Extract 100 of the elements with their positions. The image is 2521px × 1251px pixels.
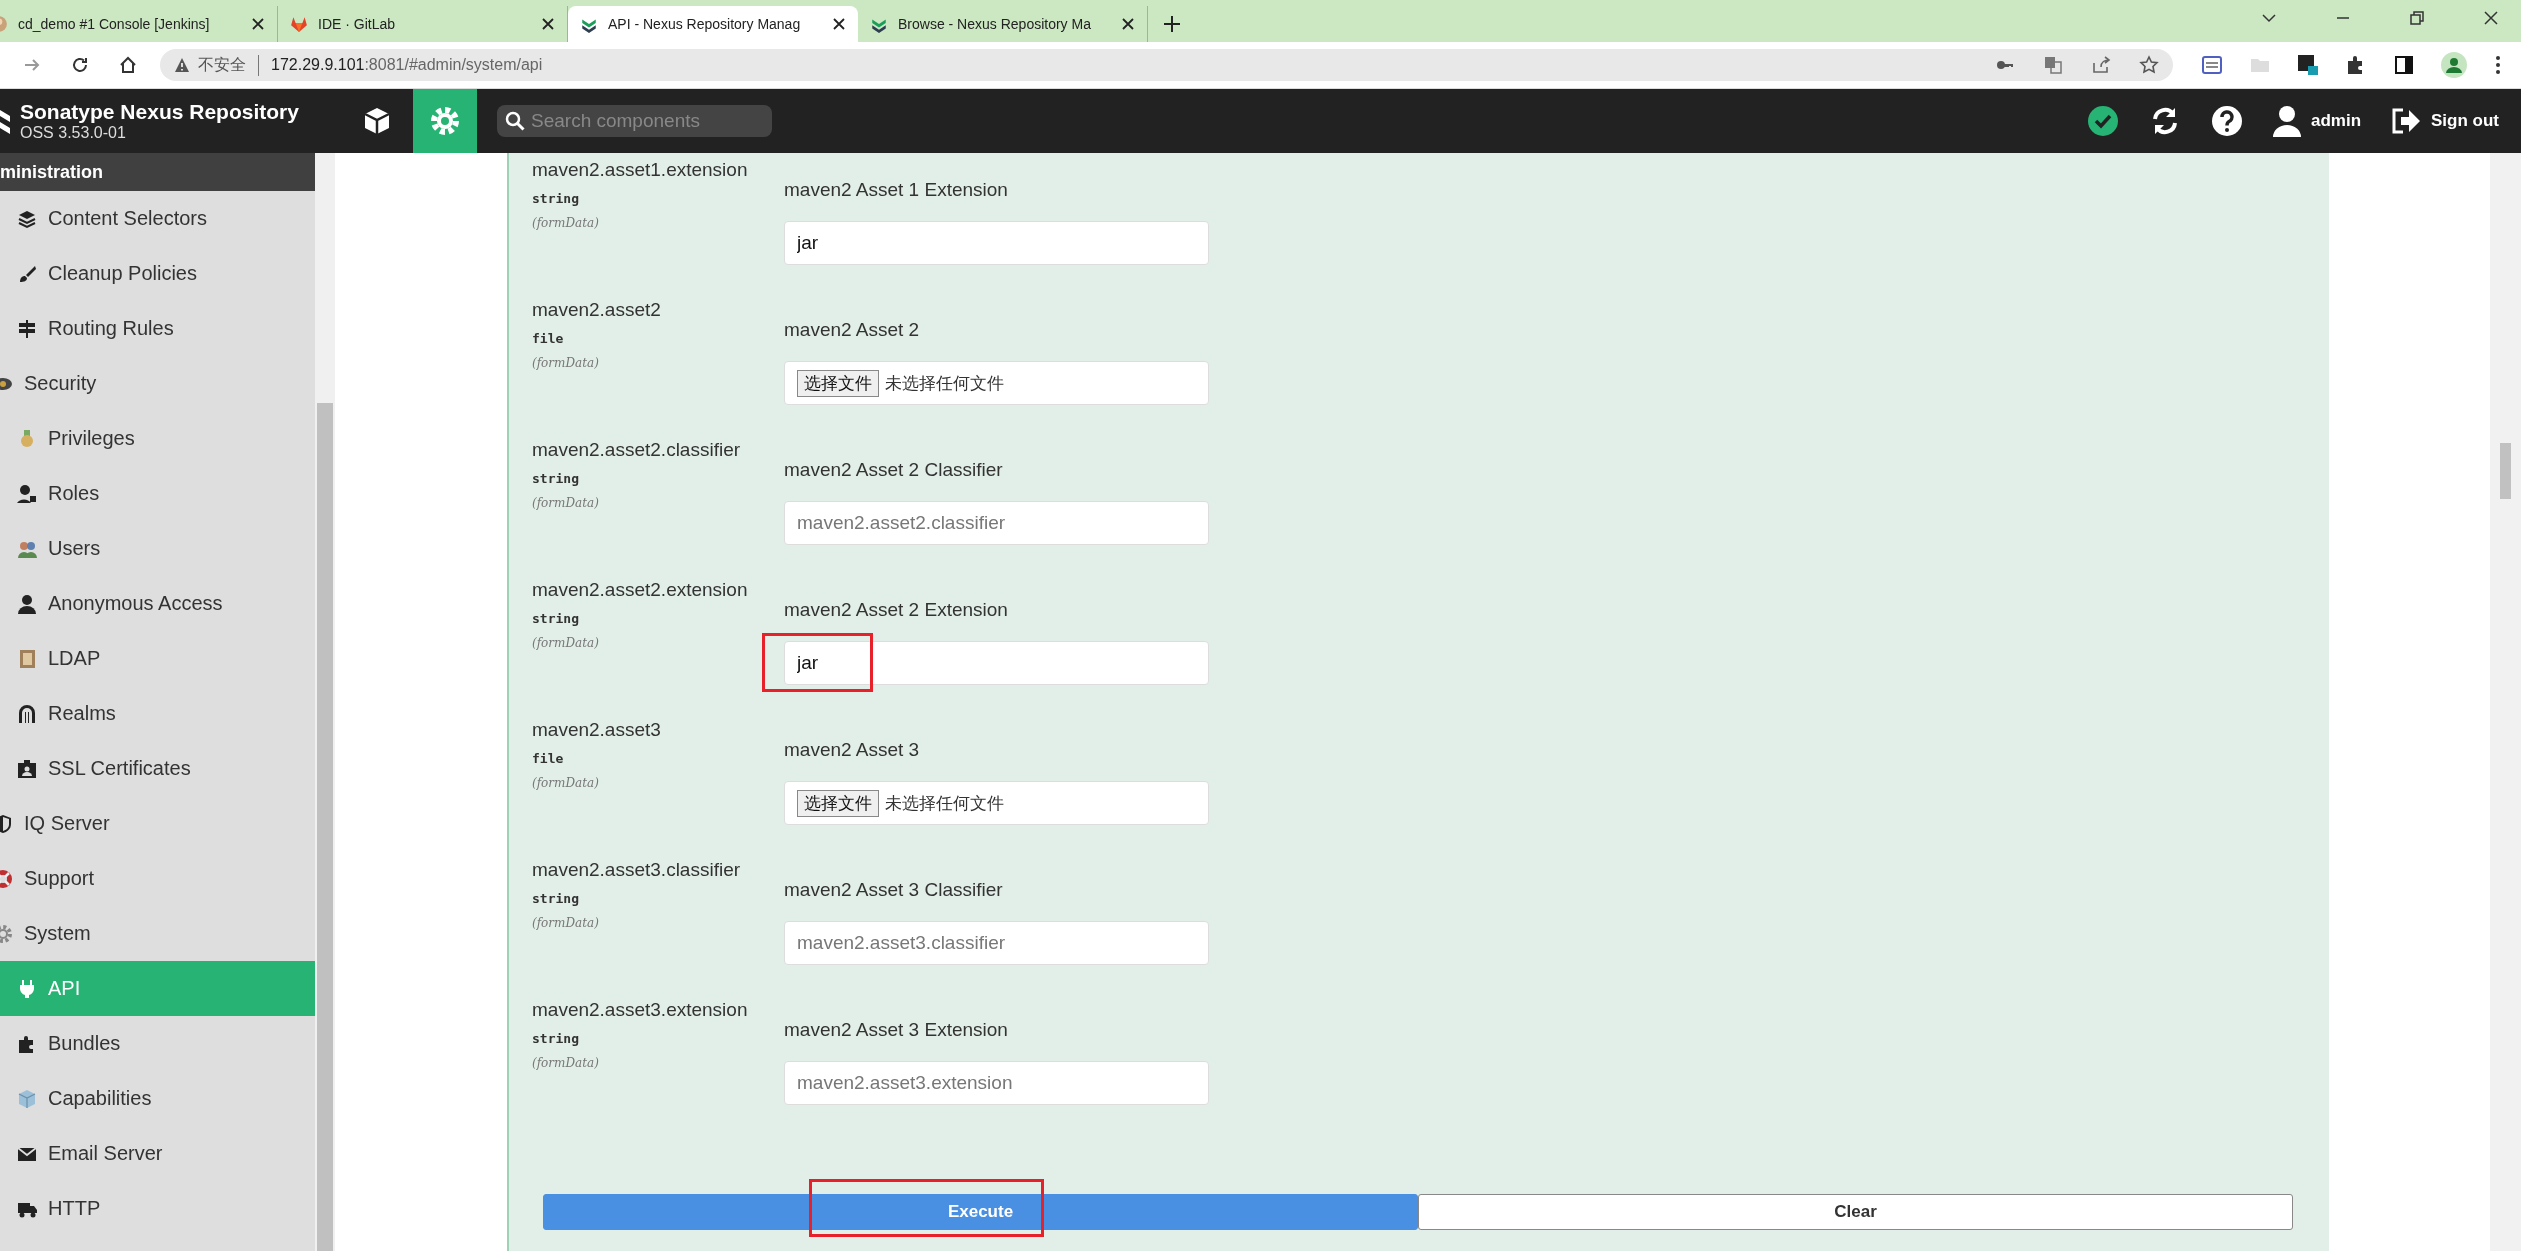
more-icon[interactable] bbox=[2493, 54, 2503, 76]
sidebar-item[interactable]: Capabilities bbox=[0, 1071, 315, 1126]
new-tab-icon[interactable] bbox=[1162, 14, 1182, 34]
parameter-type: string bbox=[532, 891, 580, 906]
sidebar-item[interactable]: Cleanup Policies bbox=[0, 246, 315, 301]
parameter-description: maven2 Asset 2 bbox=[784, 319, 921, 341]
parameter-name: maven2.asset2.classifier bbox=[532, 439, 742, 461]
sidebar-item[interactable]: Support bbox=[0, 851, 315, 906]
file-input[interactable]: 选择文件 未选择任何文件 bbox=[784, 361, 1209, 405]
parameter-location: (formData) bbox=[532, 216, 600, 230]
parameter-name: maven2.asset3.classifier bbox=[532, 859, 742, 881]
sidebar-item[interactable]: Users bbox=[0, 521, 315, 576]
parameter-name: maven2.asset2 bbox=[532, 299, 662, 321]
input-field[interactable]: maven2.asset2.classifier bbox=[784, 501, 1209, 545]
parameter-description: maven2 Asset 3 Classifier bbox=[784, 879, 1004, 901]
user-tag-icon bbox=[16, 482, 38, 505]
user-menu[interactable]: admin bbox=[2272, 105, 2361, 137]
parameter-description: maven2 Asset 1 Extension bbox=[784, 179, 1009, 201]
parameter-type: string bbox=[532, 191, 580, 206]
parameter-description: maven2 Asset 2 Extension bbox=[784, 599, 1009, 621]
sign-out-button[interactable]: Sign out bbox=[2391, 107, 2499, 135]
input-field[interactable]: maven2.asset3.classifier bbox=[784, 921, 1209, 965]
sidebar-item[interactable]: HTTP bbox=[0, 1181, 315, 1236]
sidebar-item[interactable]: Realms bbox=[0, 686, 315, 741]
close-icon[interactable] bbox=[541, 17, 555, 31]
help-icon[interactable] bbox=[2210, 105, 2243, 137]
sidebar-item[interactable]: Anonymous Access bbox=[0, 576, 315, 631]
app-title: Sonatype Nexus Repository bbox=[20, 100, 299, 124]
sidebar-item[interactable]: Email Server bbox=[0, 1126, 315, 1181]
input-field[interactable]: maven2.asset3.extension bbox=[784, 1061, 1209, 1105]
gate-icon bbox=[16, 702, 38, 725]
close-icon[interactable] bbox=[1121, 17, 1135, 31]
url-path: :8081/#admin/system/api bbox=[364, 56, 543, 74]
restore-icon[interactable] bbox=[2409, 10, 2425, 26]
browser-tab[interactable]: API - Nexus Repository Manag bbox=[568, 6, 858, 42]
close-icon[interactable] bbox=[832, 17, 846, 31]
address-bar[interactable]: 不安全 172.29.9.101:8081/#admin/system/api bbox=[160, 49, 2173, 81]
signpost-icon bbox=[16, 317, 38, 340]
cube-icon bbox=[16, 1087, 38, 1110]
clear-button[interactable]: Clear bbox=[1418, 1194, 2293, 1230]
parameter-type: file bbox=[532, 751, 565, 766]
parameter-description: maven2 Asset 3 Extension bbox=[784, 1019, 1009, 1041]
close-icon[interactable] bbox=[251, 17, 265, 31]
sidebar-item[interactable]: Bundles bbox=[0, 1016, 315, 1071]
search-field[interactable]: Search components bbox=[497, 105, 772, 137]
sidebar-item[interactable]: IQ Server bbox=[0, 796, 315, 851]
parameter-name: maven2.asset3.extension bbox=[532, 999, 749, 1021]
sidebar-heading: ministration bbox=[0, 153, 315, 191]
sidepanel-icon[interactable] bbox=[2393, 54, 2415, 76]
url-host: 172.29.9.101 bbox=[271, 56, 365, 74]
parameter-type: string bbox=[532, 471, 580, 486]
parameter-name: maven2.asset3 bbox=[532, 719, 662, 741]
window-icon[interactable] bbox=[2201, 54, 2223, 76]
sidebar-item[interactable]: SSL Certificates bbox=[0, 741, 315, 796]
reload-icon[interactable] bbox=[70, 55, 90, 75]
close-icon[interactable] bbox=[2483, 10, 2499, 26]
avatar-icon[interactable] bbox=[2441, 52, 2467, 78]
star-icon[interactable] bbox=[2139, 55, 2159, 75]
search-icon bbox=[505, 111, 525, 131]
parameter-location: (formData) bbox=[532, 1056, 600, 1070]
sidebar-item[interactable]: Roles bbox=[0, 466, 315, 521]
parameter-type: string bbox=[532, 1031, 580, 1046]
file-status: 未选择任何文件 bbox=[885, 372, 1004, 395]
share-icon[interactable] bbox=[2091, 55, 2111, 75]
id-card-icon bbox=[16, 757, 38, 780]
scrollbar[interactable] bbox=[2490, 153, 2521, 1251]
choose-file-button[interactable]: 选择文件 bbox=[797, 789, 879, 817]
app-version: OSS 3.53.0-01 bbox=[20, 124, 127, 142]
translate-icon[interactable] bbox=[2043, 55, 2063, 75]
extension-badge-icon[interactable] bbox=[2297, 54, 2319, 76]
sidebar-item[interactable]: LDAP bbox=[0, 631, 315, 686]
parameter-location: (formData) bbox=[532, 916, 600, 930]
parameter-location: (formData) bbox=[532, 776, 600, 790]
security-label: 不安全 bbox=[198, 54, 259, 76]
parameter-location: (formData) bbox=[532, 636, 600, 650]
status-ok-icon[interactable] bbox=[2086, 105, 2119, 137]
sidebar-item[interactable]: Content Selectors bbox=[0, 191, 315, 246]
sidebar-item[interactable]: System bbox=[0, 906, 315, 961]
parameter-name: maven2.asset1.extension bbox=[532, 159, 749, 181]
parameter-description: maven2 Asset 2 Classifier bbox=[784, 459, 1004, 481]
parameter-location: (formData) bbox=[532, 356, 600, 370]
input-field[interactable]: jar bbox=[784, 221, 1209, 265]
fox-icon bbox=[290, 15, 308, 33]
parameter-name: maven2.asset2.extension bbox=[532, 579, 749, 601]
file-status: 未选择任何文件 bbox=[885, 792, 1004, 815]
input-field[interactable]: jar bbox=[784, 641, 1209, 685]
sidebar-item[interactable]: Routing Rules bbox=[0, 301, 315, 356]
parameter-type: string bbox=[532, 611, 580, 626]
parameter-location: (formData) bbox=[532, 496, 600, 510]
warning-icon bbox=[174, 57, 190, 73]
home-icon[interactable] bbox=[118, 55, 138, 75]
scrollbar[interactable] bbox=[315, 153, 335, 1251]
sidebar-item[interactable]: Security bbox=[0, 356, 315, 411]
choose-file-button[interactable]: 选择文件 bbox=[797, 369, 879, 397]
sidebar-item[interactable]: Privileges bbox=[0, 411, 315, 466]
file-input[interactable]: 选择文件 未选择任何文件 bbox=[784, 781, 1209, 825]
parameter-description: maven2 Asset 3 bbox=[784, 739, 921, 761]
user-icon bbox=[16, 592, 38, 615]
sign-out-icon bbox=[2391, 107, 2421, 135]
user-icon bbox=[2272, 105, 2301, 137]
